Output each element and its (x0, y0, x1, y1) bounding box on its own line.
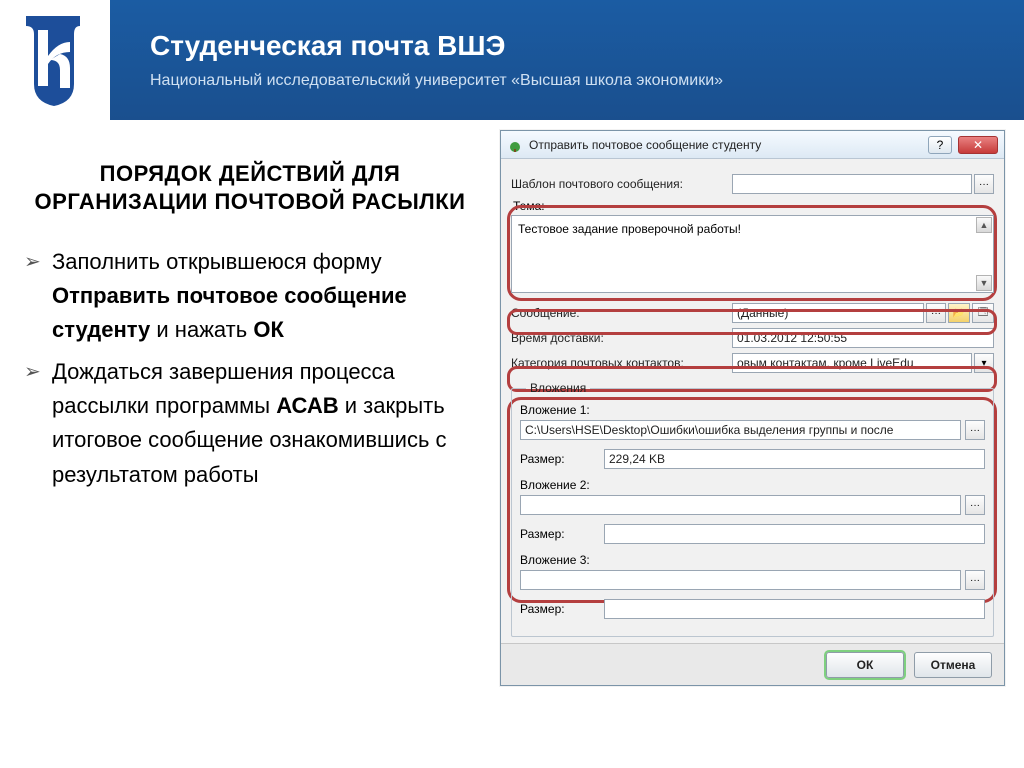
template-browse-button[interactable]: ··· (974, 174, 994, 194)
delivery-label: Время доставки: (511, 331, 726, 345)
logo-box (0, 0, 110, 120)
attachment2-input[interactable] (520, 495, 961, 515)
attachment2-label: Вложение 2: (520, 478, 985, 492)
scroll-up-icon[interactable]: ▲ (976, 217, 992, 233)
message-browse-button[interactable]: ··· (926, 303, 946, 323)
category-label: Категория почтовых контактов: (511, 356, 726, 370)
attachments-legend: Вложения (526, 381, 590, 395)
help-button[interactable]: ? (928, 136, 952, 154)
attachment1-label: Вложение 1: (520, 403, 985, 417)
dialog-title: Отправить почтовое сообщение студенту (529, 138, 922, 152)
cancel-button[interactable]: Отмена (914, 652, 992, 678)
template-input[interactable] (732, 174, 972, 194)
page-title: Студенческая почта ВШЭ (150, 30, 723, 62)
app-tree-icon (507, 137, 523, 153)
dialog-titlebar[interactable]: Отправить почтовое сообщение студенту ? … (501, 131, 1004, 159)
app-header: Студенческая почта ВШЭ Национальный иссл… (0, 0, 1024, 120)
message-open-button[interactable]: 📂 (948, 303, 970, 323)
instruction-item: Дождаться завершения процесса рассылки п… (20, 355, 480, 491)
close-button[interactable]: ✕ (958, 136, 998, 154)
attachment1-browse-button[interactable]: ··· (965, 420, 985, 440)
instruction-item: Заполнить открывшеюся форму Отправить по… (20, 245, 480, 347)
instructions-heading: ПОРЯДОК ДЕЙСТВИЙ ДЛЯ ОРГАНИЗАЦИИ ПОЧТОВО… (30, 160, 470, 215)
tema-label: Тема: (513, 199, 994, 213)
category-input[interactable] (732, 353, 972, 373)
size-label: Размер: (520, 527, 600, 541)
scroll-down-icon[interactable]: ▼ (976, 275, 992, 291)
ok-button[interactable]: ОК (826, 652, 904, 678)
hse-logo-icon (20, 10, 90, 110)
delivery-input[interactable] (732, 328, 994, 348)
template-label: Шаблон почтового сообщения: (511, 177, 726, 191)
attachment3-size (604, 599, 985, 619)
tema-textarea[interactable]: Тестовое задание проверочной работы! ▲ ▼ (511, 215, 994, 293)
send-mail-dialog: Отправить почтовое сообщение студенту ? … (500, 130, 1005, 686)
attachment3-label: Вложение 3: (520, 553, 985, 567)
attachments-fieldset: Вложения Вложение 1: ··· Размер: Вложени… (511, 381, 994, 637)
attachment1-size (604, 449, 985, 469)
category-dropdown-button[interactable]: ▾ (974, 353, 994, 373)
attachment3-input[interactable] (520, 570, 961, 590)
message-preview-button[interactable]: 🗔 (972, 303, 994, 323)
message-input[interactable] (732, 303, 924, 323)
size-label: Размер: (520, 452, 600, 466)
attachment3-browse-button[interactable]: ··· (965, 570, 985, 590)
instructions-panel: ПОРЯДОК ДЕЙСТВИЙ ДЛЯ ОРГАНИЗАЦИИ ПОЧТОВО… (20, 140, 480, 686)
dialog-footer: ОК Отмена (501, 643, 1004, 685)
attachment2-browse-button[interactable]: ··· (965, 495, 985, 515)
size-label: Размер: (520, 602, 600, 616)
message-label: Сообщение: (511, 306, 726, 320)
attachment1-input[interactable] (520, 420, 961, 440)
page-subtitle: Национальный исследовательский университ… (150, 72, 723, 90)
attachment2-size (604, 524, 985, 544)
